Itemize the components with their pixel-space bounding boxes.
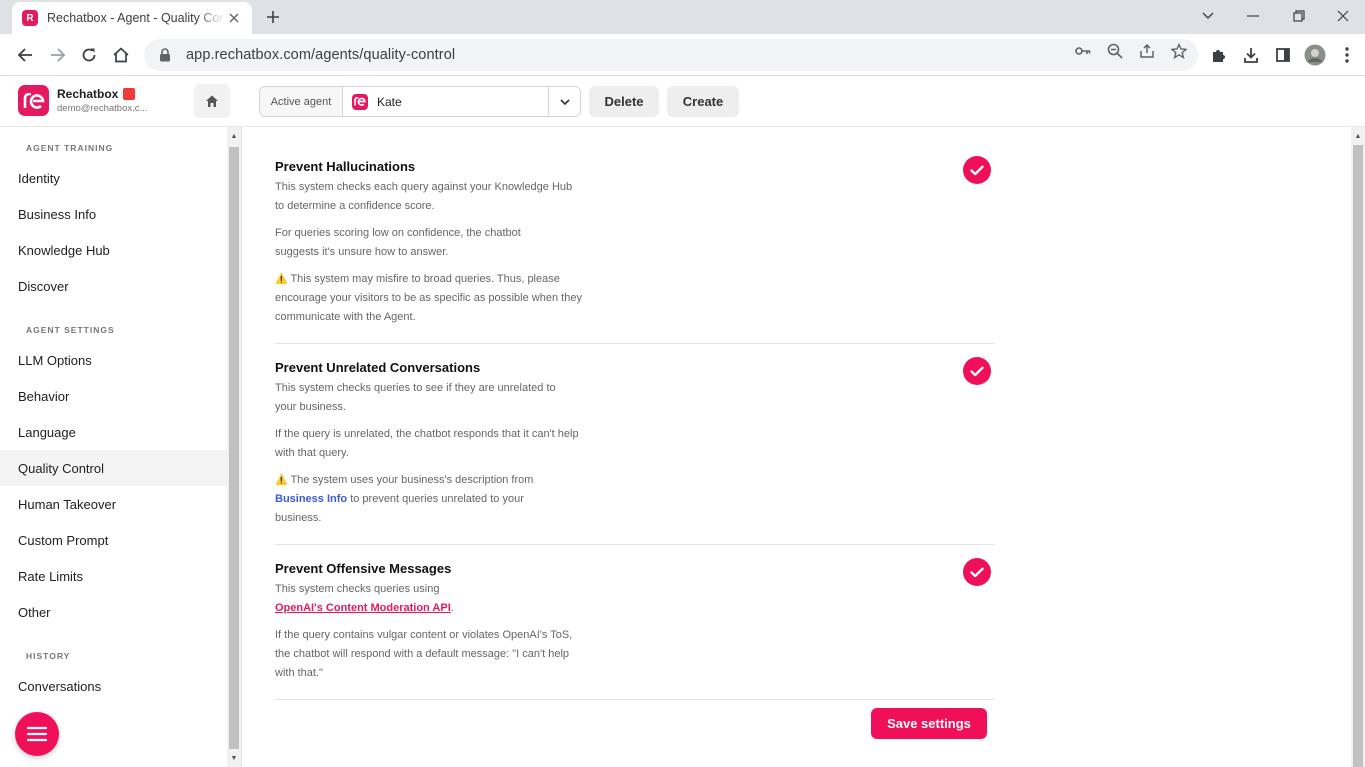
scroll-up-icon[interactable]: ▲	[227, 129, 241, 143]
extensions-puzzle-icon[interactable]	[1208, 44, 1230, 66]
setting-description: This system checks each query against yo…	[275, 181, 573, 212]
address-bar[interactable]: app.rechatbox.com/agents/quality-control	[144, 39, 1198, 71]
setting-warning: ⚠️ This system may misfire to broad queri…	[275, 270, 587, 327]
sidebar-scroll-thumb[interactable]	[229, 147, 239, 749]
zoom-icon[interactable]	[1105, 41, 1125, 61]
active-agent-select[interactable]: Active agent Kate	[259, 86, 581, 117]
checkmark-icon	[970, 366, 984, 376]
profile-avatar[interactable]	[1304, 44, 1326, 66]
brand-name: Rechatbox	[57, 87, 119, 101]
reload-icon[interactable]	[74, 40, 104, 70]
content-moderation-api-link[interactable]: OpenAI's Content Moderation API	[275, 602, 451, 614]
setting-title: Prevent Hallucinations	[275, 159, 416, 174]
home-icon	[206, 95, 218, 107]
side-panel-icon[interactable]	[1272, 44, 1294, 66]
close-tab-icon[interactable]	[224, 8, 244, 28]
sidebar-item-conversations[interactable]: Conversations	[0, 668, 227, 704]
sidebar-section-title: AGENT SETTINGS	[26, 325, 115, 335]
sidebar-item-business-info[interactable]: Business Info	[0, 196, 227, 232]
hallucinations-toggle-checkbox[interactable]	[963, 156, 991, 184]
sidebar-item-knowledge-hub[interactable]: Knowledge Hub	[0, 232, 227, 268]
tab-title: Rechatbox - Agent - Quality Control	[47, 11, 224, 25]
account-email: demo@rechatbox.c...	[57, 103, 148, 114]
main-scrollbar[interactable]: ▲	[1351, 127, 1365, 767]
tab-search-icon[interactable]	[1185, 4, 1231, 28]
home-browser-icon[interactable]	[106, 40, 136, 70]
create-button[interactable]: Create	[667, 86, 739, 117]
setting-description: For queries scoring low on confidence, t…	[275, 227, 521, 258]
download-icon[interactable]	[1240, 44, 1262, 66]
forward-icon[interactable]	[43, 40, 73, 70]
browser-tab[interactable]: R Rechatbox - Agent - Quality Control	[12, 2, 252, 34]
scroll-down-icon[interactable]: ▼	[227, 751, 241, 765]
checkmark-icon	[970, 567, 984, 577]
sidebar-section-title: AGENT TRAINING	[26, 143, 114, 153]
agent-logo-icon	[352, 93, 368, 110]
delete-button[interactable]: Delete	[589, 86, 659, 117]
setting-description: If the query contains vulgar content or …	[275, 629, 573, 679]
home-button[interactable]	[194, 84, 230, 118]
warning-icon: ⚠️	[275, 274, 288, 285]
main-scroll-thumb[interactable]	[1353, 145, 1363, 767]
key-icon[interactable]	[1073, 41, 1093, 61]
app-header: Rechatbox demo@rechatbox.c... Active age…	[0, 76, 1365, 127]
lock-icon[interactable]	[156, 46, 174, 64]
rechatbox-favicon-icon: R	[22, 10, 38, 26]
divider	[275, 343, 995, 344]
unrelated-conversations-toggle-checkbox[interactable]	[963, 357, 991, 385]
rechatbox-logo-icon	[18, 85, 49, 116]
sidebar-item-other[interactable]: Other	[0, 594, 227, 630]
divider	[275, 699, 995, 700]
setting-title: Prevent Unrelated Conversations	[275, 360, 481, 375]
plan-badge	[123, 88, 136, 100]
chevron-down-icon[interactable]	[548, 87, 580, 116]
bookmark-star-icon[interactable]	[1169, 41, 1189, 61]
active-agent-label: Active agent	[260, 87, 342, 116]
setting-description: This system checks queries to see if the…	[275, 382, 556, 413]
sidebar: AGENT TRAINING Identity Business Info Kn…	[0, 127, 242, 767]
sidebar-item-human-takeover[interactable]: Human Takeover	[0, 486, 227, 522]
sidebar-item-llm-options[interactable]: LLM Options	[0, 342, 227, 378]
chrome-menu-icon[interactable]	[1336, 44, 1358, 66]
sidebar-item-custom-prompt[interactable]: Custom Prompt	[0, 522, 227, 558]
sidebar-item-discover[interactable]: Discover	[0, 268, 227, 304]
divider	[275, 544, 995, 545]
warning-icon: ⚠️	[275, 475, 288, 486]
checkmark-icon	[970, 165, 984, 175]
sidebar-item-behavior[interactable]: Behavior	[0, 378, 227, 414]
sidebar-item-language[interactable]: Language	[0, 414, 227, 450]
close-window-icon[interactable]	[1320, 4, 1365, 28]
menu-fab-button[interactable]	[15, 712, 59, 756]
setting-title: Prevent Offensive Messages	[275, 561, 452, 576]
sidebar-item-identity[interactable]: Identity	[0, 160, 227, 196]
hamburger-icon	[27, 726, 47, 742]
setting-description: If the query is unrelated, the chatbot r…	[275, 428, 579, 459]
scroll-up-icon[interactable]: ▲	[1351, 129, 1365, 143]
url-text[interactable]: app.rechatbox.com/agents/quality-control	[186, 47, 455, 63]
agent-name: Kate	[377, 94, 402, 109]
sidebar-scrollbar[interactable]: ▲ ▼	[227, 127, 241, 767]
setting-description: This system checks queries using OpenAI's…	[275, 583, 454, 614]
sidebar-item-quality-control[interactable]: Quality Control	[0, 450, 227, 486]
setting-warning: ⚠️ The system uses your business's descri…	[275, 471, 557, 528]
save-settings-button[interactable]: Save settings	[871, 708, 987, 739]
restore-icon[interactable]	[1276, 4, 1322, 28]
back-icon[interactable]	[10, 40, 40, 70]
browser-tab-strip: R Rechatbox - Agent - Quality Control	[0, 0, 1365, 34]
business-info-link[interactable]: Business Info	[275, 493, 347, 505]
new-tab-icon[interactable]	[262, 6, 284, 28]
sidebar-section-title: HISTORY	[26, 651, 71, 661]
minimize-icon[interactable]	[1230, 4, 1276, 28]
offensive-messages-toggle-checkbox[interactable]	[963, 558, 991, 586]
browser-toolbar: app.rechatbox.com/agents/quality-control	[0, 34, 1365, 76]
brand: Rechatbox demo@rechatbox.c...	[18, 85, 147, 116]
sidebar-item-rate-limits[interactable]: Rate Limits	[0, 558, 227, 594]
share-icon[interactable]	[1137, 41, 1157, 61]
